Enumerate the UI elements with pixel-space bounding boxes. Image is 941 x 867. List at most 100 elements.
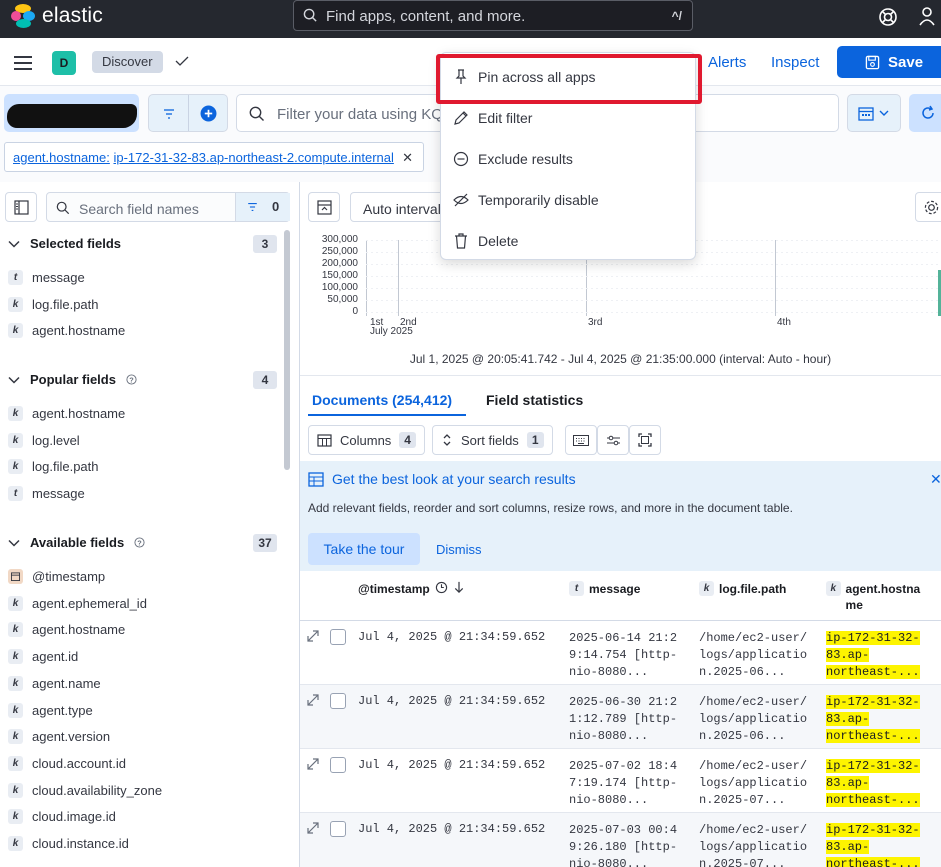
sidebar-toggle-icon: [14, 200, 29, 215]
field-item[interactable]: k agent.hostname: [8, 406, 125, 421]
column-header-message[interactable]: t message: [569, 581, 640, 597]
data-view-picker[interactable]: [4, 94, 139, 132]
row-select-checkbox[interactable]: [330, 821, 346, 837]
expand-row-icon[interactable]: [306, 629, 320, 643]
fullscreen-icon: [638, 433, 652, 447]
field-item[interactable]: k agent.type: [8, 702, 93, 718]
timestamp-cell: Jul 4, 2025 @ 21:34:59.652: [358, 822, 546, 836]
field-item[interactable]: k agent.hostname: [8, 622, 125, 638]
display-settings-button[interactable]: [597, 425, 629, 455]
field-item[interactable]: k agent.ephemeral_id: [8, 595, 147, 611]
collapse-sidebar-button[interactable]: [5, 192, 37, 222]
y-axis-tick: 0: [352, 306, 358, 317]
tab-field-statistics[interactable]: Field statistics: [486, 392, 583, 408]
popular-fields-header[interactable]: Popular fields ?: [8, 372, 137, 387]
dismiss-button[interactable]: Dismiss: [436, 542, 482, 557]
field-item[interactable]: k agent.hostname: [8, 323, 125, 339]
columns-label: Columns: [340, 432, 392, 448]
row-select-checkbox[interactable]: [330, 629, 346, 645]
breadcrumb-discover[interactable]: Discover: [92, 51, 163, 73]
help-icon[interactable]: [877, 6, 899, 28]
table-row[interactable]: Jul 4, 2025 @ 21:34:59.652 2025-06-30 21:…: [300, 685, 941, 749]
expand-row-icon[interactable]: [306, 821, 320, 835]
table-icon: [317, 433, 332, 447]
elastic-logo[interactable]: elastic: [10, 3, 103, 29]
add-filter-icon[interactable]: [200, 105, 217, 122]
table-row[interactable]: Jul 4, 2025 @ 21:34:59.652 2025-06-14 21:…: [300, 621, 941, 685]
menu-item-delete[interactable]: Delete: [453, 233, 518, 249]
agent-hostname-cell: ip-172-31-32-83.ap-northeast-...: [826, 694, 936, 745]
field-item[interactable]: k agent.id: [8, 649, 78, 665]
field-item[interactable]: t message: [8, 270, 85, 285]
inspect-link[interactable]: Inspect: [771, 54, 819, 71]
column-header-timestamp[interactable]: @timestamp: [358, 581, 465, 597]
y-axis-tick: 300,000: [321, 234, 358, 245]
refresh-button[interactable]: [909, 94, 941, 132]
field-search-input[interactable]: Search field names 0: [46, 192, 290, 222]
expand-row-icon[interactable]: [306, 693, 320, 707]
date-picker-button[interactable]: [847, 94, 901, 132]
chevron-down-icon: [8, 240, 20, 248]
global-search-input[interactable]: Find apps, content, and more. ^/: [293, 0, 693, 31]
menu-item-exclude-results[interactable]: Exclude results: [453, 151, 573, 167]
column-header-agent-hostname[interactable]: k agent.hostna me: [826, 581, 938, 613]
chart-options-button[interactable]: [915, 192, 941, 222]
field-item[interactable]: k log.file.path: [8, 296, 99, 312]
field-item[interactable]: k cloud.account.id: [8, 755, 126, 771]
check-icon: [175, 56, 189, 66]
sort-descending-icon[interactable]: [453, 581, 465, 594]
expand-row-icon[interactable]: [306, 757, 320, 771]
table-row[interactable]: Jul 4, 2025 @ 21:34:59.652 2025-07-02 18:…: [300, 749, 941, 813]
selected-fields-header[interactable]: Selected fields: [8, 236, 121, 251]
save-button[interactable]: Save: [837, 46, 941, 78]
table-row[interactable]: Jul 4, 2025 @ 21:34:59.652 2025-07-03 00:…: [300, 813, 941, 867]
field-item[interactable]: k log.file.path: [8, 459, 99, 475]
space-avatar[interactable]: D: [52, 51, 76, 75]
menu-item-edit-filter[interactable]: Edit filter: [453, 110, 532, 126]
keyword-type-icon: k: [8, 702, 23, 718]
chevron-down-icon: [879, 110, 889, 116]
field-item[interactable]: t message: [8, 486, 85, 502]
keyword-type-icon: k: [8, 836, 23, 851]
fullscreen-button[interactable]: [629, 425, 661, 455]
menu-toggle-button[interactable]: [14, 56, 32, 70]
field-item[interactable]: k cloud.instance.id: [8, 836, 129, 851]
field-item[interactable]: k agent.version: [8, 729, 110, 745]
filter-icon: [248, 203, 257, 211]
sidebar-scrollbar[interactable]: [284, 230, 290, 470]
chevron-down-icon: [8, 539, 20, 547]
filter-pill-agent-hostname[interactable]: agent.hostname: ip-172-31-32-83.ap-north…: [4, 142, 424, 172]
row-select-checkbox[interactable]: [330, 757, 346, 773]
info-icon[interactable]: ?: [134, 537, 145, 548]
column-header-log-file-path[interactable]: k log.file.path: [699, 581, 786, 597]
field-item[interactable]: k cloud.availability_zone: [8, 782, 162, 798]
menu-item-temporarily-disable[interactable]: Temporarily disable: [453, 192, 599, 208]
sort-fields-button[interactable]: Sort fields 1: [432, 425, 553, 455]
x-axis-month-label: July 2025: [370, 326, 413, 337]
filter-icon[interactable]: [162, 107, 176, 121]
toggle-histogram-button[interactable]: [308, 192, 340, 222]
field-item[interactable]: k log.level: [8, 432, 80, 448]
columns-button[interactable]: Columns 4: [308, 425, 425, 455]
field-item[interactable]: k agent.name: [8, 675, 101, 691]
row-select-checkbox[interactable]: [330, 693, 346, 709]
field-item[interactable]: k cloud.image.id: [8, 809, 116, 825]
user-menu-icon[interactable]: [918, 6, 940, 28]
tab-documents[interactable]: Documents (254,412): [312, 392, 452, 408]
available-fields-header[interactable]: Available fields ?: [8, 535, 145, 550]
field-name: log.level: [32, 432, 80, 448]
alerts-link[interactable]: Alerts: [708, 54, 746, 71]
close-icon[interactable]: ✕: [930, 471, 941, 488]
selected-fields-count: 3: [253, 235, 277, 253]
take-the-tour-button[interactable]: Take the tour: [308, 533, 420, 565]
message-cell: 2025-07-02 18:47:19.174 [http-nio-8080..…: [569, 759, 678, 807]
info-icon[interactable]: ?: [126, 374, 137, 385]
table-icon: [308, 472, 324, 487]
field-name: message: [32, 270, 85, 285]
field-type-filter-button[interactable]: 0: [235, 193, 290, 221]
field-item[interactable]: @timestamp: [8, 569, 105, 584]
y-axis-tick: 150,000: [321, 270, 358, 281]
keyboard-shortcuts-button[interactable]: [565, 425, 597, 455]
highlighted-value: ip-172-31-32-83.ap-northeast-...: [826, 631, 920, 679]
remove-filter-icon[interactable]: ✕: [402, 150, 413, 166]
